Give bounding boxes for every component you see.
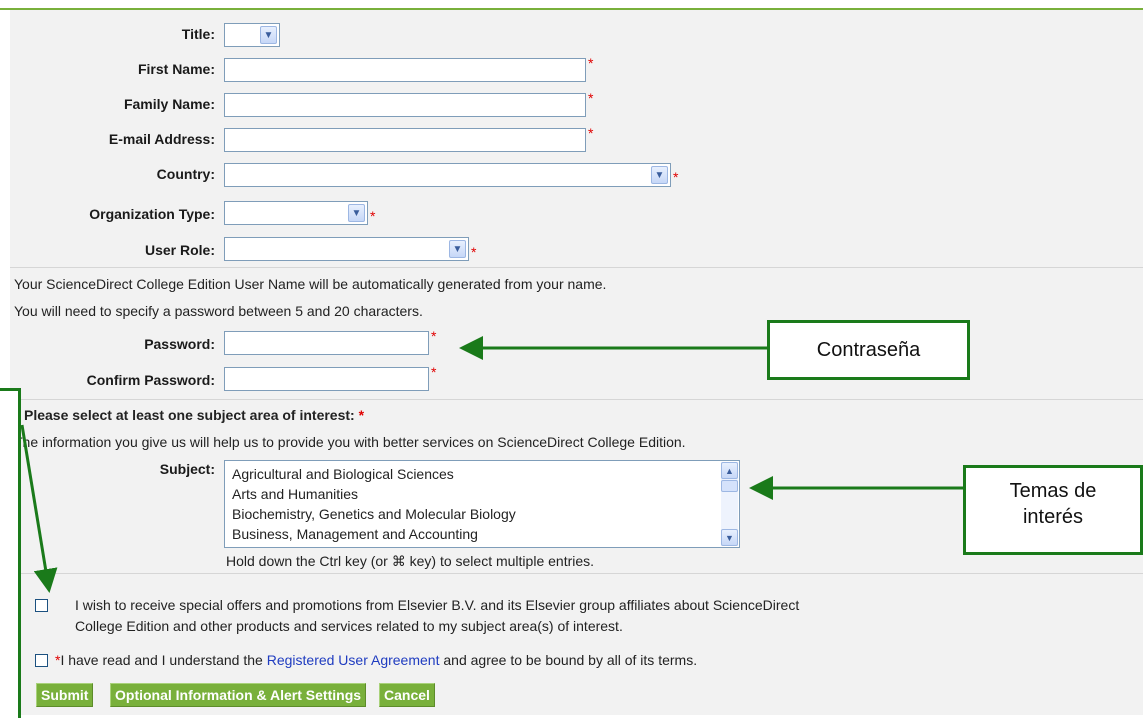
subject-heading-text: Please select at least one subject area … (24, 407, 355, 423)
required-marker: * (431, 328, 437, 344)
required-marker: * (588, 55, 594, 71)
offers-text-line2: College Edition and other products and s… (75, 618, 623, 634)
chevron-down-icon: ▼ (449, 240, 466, 258)
scroll-up-icon[interactable]: ▲ (721, 462, 738, 479)
password-field[interactable] (224, 331, 429, 355)
scroll-down-icon[interactable]: ▼ (721, 529, 738, 546)
subject-heading: Please select at least one subject area … (24, 407, 364, 423)
chevron-down-icon: ▼ (348, 204, 365, 222)
list-item[interactable]: Business, Management and Accounting (232, 526, 478, 542)
list-item[interactable]: Arts and Humanities (232, 486, 358, 502)
username-note: Your ScienceDirect College Edition User … (14, 276, 607, 292)
topics-callout-line2: interés (1022, 506, 1084, 528)
chevron-down-icon: ▼ (651, 166, 668, 184)
confirm-password-label: Confirm Password: (86, 372, 215, 388)
confirm-password-field[interactable] (224, 367, 429, 391)
list-item[interactable]: Biochemistry, Genetics and Molecular Bio… (232, 506, 516, 522)
list-item[interactable]: Agricultural and Biological Sciences (232, 466, 454, 482)
title-label: Title: (181, 26, 215, 42)
agreement-suffix: and agree to be bound by all of its term… (439, 652, 698, 668)
password-note: You will need to specify a password betw… (14, 303, 423, 319)
required-marker: * (588, 125, 594, 141)
org-type-label: Organization Type: (89, 206, 215, 222)
chevron-down-icon: ▼ (260, 26, 277, 44)
cancel-button[interactable]: Cancel (379, 683, 435, 707)
agreement-text: *I have read and I understand the Regist… (55, 652, 697, 668)
first-name-field[interactable] (224, 58, 586, 82)
password-label: Password: (144, 336, 215, 352)
agreement-checkbox[interactable] (35, 654, 48, 667)
country-label: Country: (156, 166, 215, 182)
multi-select-hint: Hold down the Ctrl key (or ⌘ key) to sel… (226, 553, 595, 569)
divider (10, 267, 1143, 268)
family-name-label: Family Name: (123, 96, 215, 112)
user-role-label: User Role: (144, 242, 215, 258)
offers-checkbox[interactable] (35, 599, 48, 612)
country-select[interactable]: ▼ (224, 163, 671, 187)
first-name-label: First Name: (137, 61, 215, 77)
family-name-field[interactable] (224, 93, 586, 117)
optional-info-button[interactable]: Optional Information & Alert Settings (110, 683, 367, 707)
topics-callout: Temas de interés (963, 465, 1143, 555)
divider (10, 573, 1143, 574)
offers-text-line1: I wish to receive special offers and pro… (75, 597, 800, 613)
title-select[interactable]: ▼ (224, 23, 280, 47)
password-callout: Contraseña (767, 320, 970, 380)
user-role-select[interactable]: ▼ (224, 237, 469, 261)
divider (10, 399, 1143, 400)
listbox-scrollbar[interactable]: ▲ ▼ (721, 462, 738, 546)
agreement-prefix: I have read and I understand the (60, 652, 267, 668)
required-marker: * (471, 244, 477, 260)
scrollbar-thumb[interactable] (721, 480, 738, 492)
required-marker: * (370, 208, 376, 224)
required-marker: * (588, 90, 594, 106)
required-marker: * (431, 364, 437, 380)
org-type-select[interactable]: ▼ (224, 201, 368, 225)
required-marker: * (673, 169, 679, 185)
registered-user-agreement-link[interactable]: Registered User Agreement (267, 652, 440, 668)
subject-listbox[interactable]: Agricultural and Biological Sciences Art… (224, 460, 740, 548)
email-label: E-mail Address: (108, 131, 215, 147)
left-callout-box: s s (0, 388, 21, 718)
email-field[interactable] (224, 128, 586, 152)
top-banner (0, 0, 1143, 10)
subject-info: The information you give us will help us… (14, 434, 686, 450)
subject-label: Subject: (159, 461, 215, 477)
topics-callout-line1: Temas de (1009, 480, 1097, 502)
submit-button[interactable]: Submit (36, 683, 94, 707)
required-marker: * (358, 407, 365, 423)
